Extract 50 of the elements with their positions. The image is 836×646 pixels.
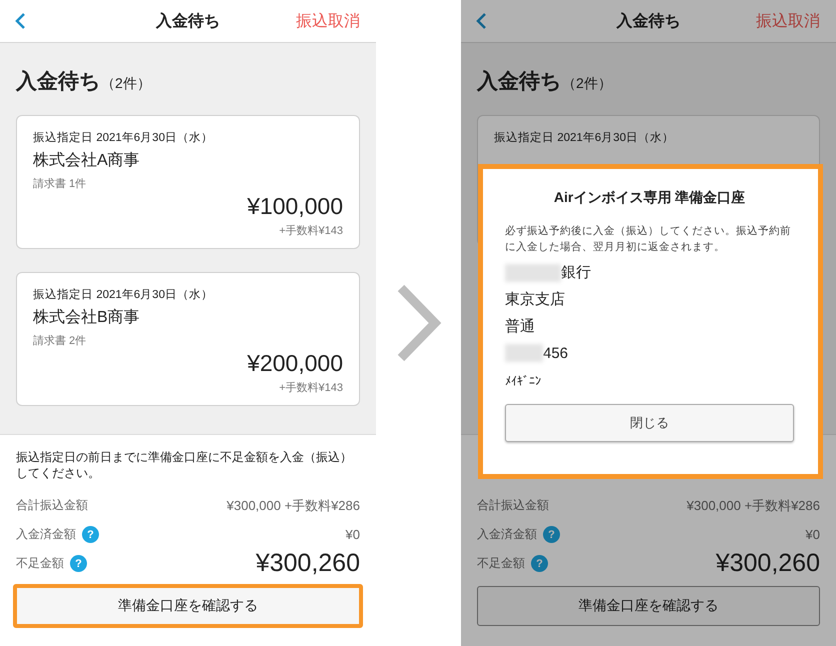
notice-text: 振込指定日の前日までに準備金口座に不足金額を入金（振込）してください。 <box>16 450 352 480</box>
invoice-card[interactable]: 振込指定日 2021年6月30日（水） 株式会社A商事 請求書 1件 ¥100,000 +手数料¥143 <box>16 115 360 249</box>
dialog-title: Airインボイス専用 準備金口座 <box>552 189 746 207</box>
cancel-transfer-link[interactable]: 振込取消 <box>296 10 360 32</box>
dialog-message: 必ず振込予約後に入金（振込）してください。振込予約前に入金した場合、翌月月初に返金されます。 <box>505 224 792 255</box>
invoice-count: 請求書 1件 <box>33 177 86 191</box>
company-name: 株式会社A商事 <box>33 150 140 171</box>
screen-title: 入金待ち <box>156 12 220 30</box>
help-button[interactable]: ? <box>543 526 560 543</box>
back-icon[interactable] <box>475 12 489 30</box>
account-detail: 456 <box>543 344 568 362</box>
account-detail: 普通 <box>505 317 535 336</box>
amount: ¥200,000 <box>247 350 343 377</box>
help-button[interactable]: ? <box>531 555 548 572</box>
confirm-account-button[interactable]: 準備金口座を確認する <box>13 584 363 628</box>
invoice-count: 請求書 2件 <box>33 334 86 348</box>
fee: +手数料¥143 <box>279 381 343 395</box>
summary-value: ¥300,260 <box>716 549 820 578</box>
item-count: （2件） <box>562 75 612 93</box>
summary-label: 不足金額 <box>16 555 64 572</box>
transfer-date: 振込指定日 2021年6月30日（水） <box>33 288 213 302</box>
summary-value: ¥0 <box>806 527 820 542</box>
summary-value: ¥300,000 +手数料¥286 <box>686 496 820 514</box>
account-detail: 銀行 <box>561 263 591 282</box>
company-name: 株式会社B商事 <box>33 308 140 328</box>
summary-label: 不足金額 <box>477 555 525 572</box>
summary-value: ¥300,000 +手数料¥286 <box>226 496 360 514</box>
invoice-card[interactable]: 振込指定日 2021年6月30日（水） 株式会社B商事 請求書 2件 ¥200,000 +手数料¥143 <box>16 272 360 406</box>
help-button[interactable]: ? <box>70 555 87 572</box>
section-title: 入金待ち <box>477 69 562 95</box>
item-count: （2件） <box>101 75 151 93</box>
transfer-date: 振込指定日 2021年6月30日（水） <box>33 130 213 145</box>
transfer-date: 振込指定日 2021年6月30日（水） <box>494 130 674 145</box>
back-icon[interactable] <box>14 12 28 30</box>
screen-title: 入金待ち <box>616 12 680 30</box>
close-button[interactable]: 閉じる <box>505 404 794 442</box>
summary-value: ¥300,260 <box>256 549 360 578</box>
cancel-transfer-link[interactable]: 振込取消 <box>756 10 820 32</box>
confirm-account-button[interactable]: 準備金口座を確認する <box>477 586 820 626</box>
summary-label: 合計振込金額 <box>477 497 549 514</box>
help-button[interactable]: ? <box>82 526 99 543</box>
summary-label: 入金済金額 <box>477 526 537 543</box>
summary-value: ¥0 <box>346 527 360 542</box>
fee: +手数料¥143 <box>279 224 343 238</box>
summary-label: 合計振込金額 <box>16 497 88 514</box>
account-detail: 東京支店 <box>505 290 565 309</box>
summary-label: 入金済金額 <box>16 526 76 543</box>
account-detail: ﾒｲｷﾞﾆﾝ <box>505 374 541 388</box>
section-title: 入金待ち <box>16 69 101 95</box>
amount: ¥100,000 <box>247 193 343 220</box>
